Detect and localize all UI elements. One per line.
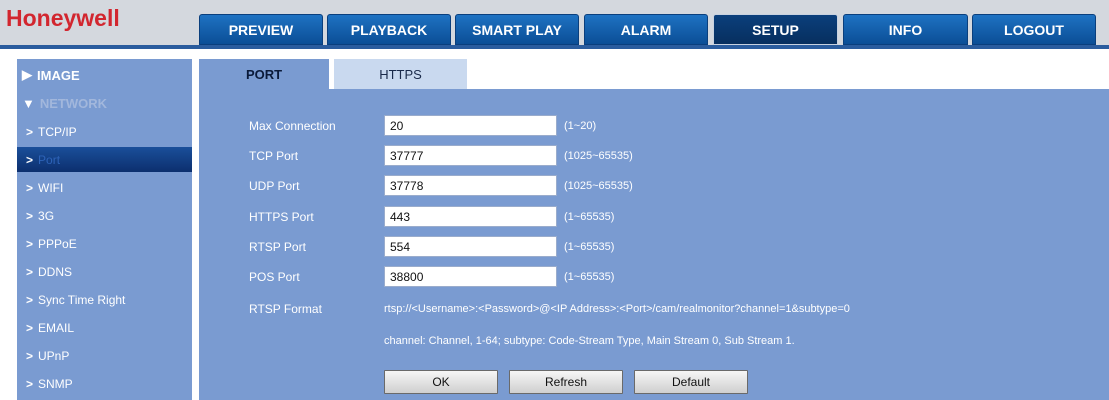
default-button[interactable]: Default <box>634 370 748 394</box>
https-port-label: HTTPS Port <box>249 210 314 224</box>
sidebar-item-3g[interactable]: > 3G <box>17 203 192 228</box>
triangle-down-icon: ▼ <box>22 95 35 111</box>
nav-info[interactable]: INFO <box>843 14 968 45</box>
max-connection-input[interactable] <box>384 115 557 136</box>
sidebar-section-network[interactable]: ▼ NETWORK <box>17 89 192 117</box>
pos-port-range: (1~65535) <box>564 271 615 283</box>
ok-button[interactable]: OK <box>384 370 498 394</box>
sidebar-item-pppoe[interactable]: > PPPoE <box>17 231 192 256</box>
udp-port-label: UDP Port <box>249 179 300 193</box>
tcp-port-range: (1025~65535) <box>564 150 633 162</box>
sidebar-item-label: DDNS <box>38 264 73 279</box>
chevron-right-icon: > <box>26 264 34 279</box>
chevron-right-icon: > <box>26 320 34 335</box>
sidebar-item-label: PPPoE <box>38 236 77 251</box>
refresh-button[interactable]: Refresh <box>509 370 623 394</box>
sidebar-item-wifi[interactable]: > WIFI <box>17 175 192 200</box>
sidebar-item-label: UPnP <box>38 348 70 363</box>
sidebar-section-image[interactable]: ▶ IMAGE <box>17 61 192 89</box>
max-connection-range: (1~20) <box>564 120 597 132</box>
nav-setup[interactable]: SETUP <box>713 14 838 45</box>
triangle-right-icon: ▶ <box>22 67 32 82</box>
nav-logout[interactable]: LOGOUT <box>972 14 1096 45</box>
sidebar-item-label: TCP/IP <box>38 124 77 139</box>
sidebar-item-email[interactable]: > EMAIL <box>17 315 192 340</box>
honeywell-logo: Honeywell <box>6 5 120 31</box>
sidebar-item-port[interactable]: > Port <box>17 147 192 172</box>
rtsp-port-input[interactable] <box>384 236 557 257</box>
udp-port-range: (1025~65535) <box>564 180 633 192</box>
sidebar-item-ddns[interactable]: > DDNS <box>17 259 192 284</box>
nav-underline <box>0 45 1109 49</box>
tcp-port-label: TCP Port <box>249 149 299 163</box>
udp-port-input[interactable] <box>384 175 557 196</box>
sidebar-item-label: Port <box>38 152 61 167</box>
pos-port-input[interactable] <box>384 266 557 287</box>
sidebar-item-sync-time-right[interactable]: > Sync Time Right <box>17 287 192 312</box>
tab-bar: PORT HTTPS <box>199 59 1109 89</box>
pos-port-label: POS Port <box>249 270 300 284</box>
chevron-right-icon: > <box>26 124 34 139</box>
sidebar: ▶ IMAGE ▼ NETWORK > TCP/IP > Port > WIFI… <box>17 59 192 400</box>
nav-smart-play[interactable]: SMART PLAY <box>455 14 579 45</box>
sidebar-item-tcpip[interactable]: > TCP/IP <box>17 119 192 144</box>
rtsp-format-value: rtsp://<Username>:<Password>@<IP Address… <box>384 303 850 315</box>
sidebar-section-label: IMAGE <box>37 67 80 83</box>
https-port-input[interactable] <box>384 206 557 227</box>
tcp-port-input[interactable] <box>384 145 557 166</box>
sidebar-section-label: NETWORK <box>39 95 108 111</box>
max-connection-label: Max Connection <box>249 119 336 133</box>
sidebar-item-label: EMAIL <box>38 320 75 335</box>
sidebar-item-snmp[interactable]: > SNMP <box>17 371 192 396</box>
chevron-right-icon: > <box>26 348 34 363</box>
sidebar-item-label: WIFI <box>38 180 64 195</box>
sidebar-item-upnp[interactable]: > UPnP <box>17 343 192 368</box>
rtsp-port-range: (1~65535) <box>564 241 615 253</box>
rtsp-port-label: RTSP Port <box>249 240 306 254</box>
chevron-right-icon: > <box>26 236 34 251</box>
https-port-range: (1~65535) <box>564 211 615 223</box>
chevron-right-icon: > <box>26 292 34 307</box>
sidebar-item-label: Sync Time Right <box>38 292 126 307</box>
sidebar-item-label: 3G <box>38 208 55 223</box>
chevron-right-icon: > <box>26 152 34 167</box>
chevron-right-icon: > <box>26 376 34 391</box>
tab-https[interactable]: HTTPS <box>334 59 467 89</box>
rtsp-format-note: channel: Channel, 1-64; subtype: Code-St… <box>384 335 795 347</box>
nav-playback[interactable]: PLAYBACK <box>327 14 451 45</box>
chevron-right-icon: > <box>26 180 34 195</box>
chevron-right-icon: > <box>26 208 34 223</box>
rtsp-format-label: RTSP Format <box>249 302 322 316</box>
tab-port[interactable]: PORT <box>199 59 329 89</box>
main-panel: PORT HTTPS Max Connection (1~20) TCP Por… <box>199 59 1109 400</box>
sidebar-item-label: SNMP <box>38 376 73 391</box>
nav-alarm[interactable]: ALARM <box>584 14 708 45</box>
nav-preview[interactable]: PREVIEW <box>199 14 323 45</box>
